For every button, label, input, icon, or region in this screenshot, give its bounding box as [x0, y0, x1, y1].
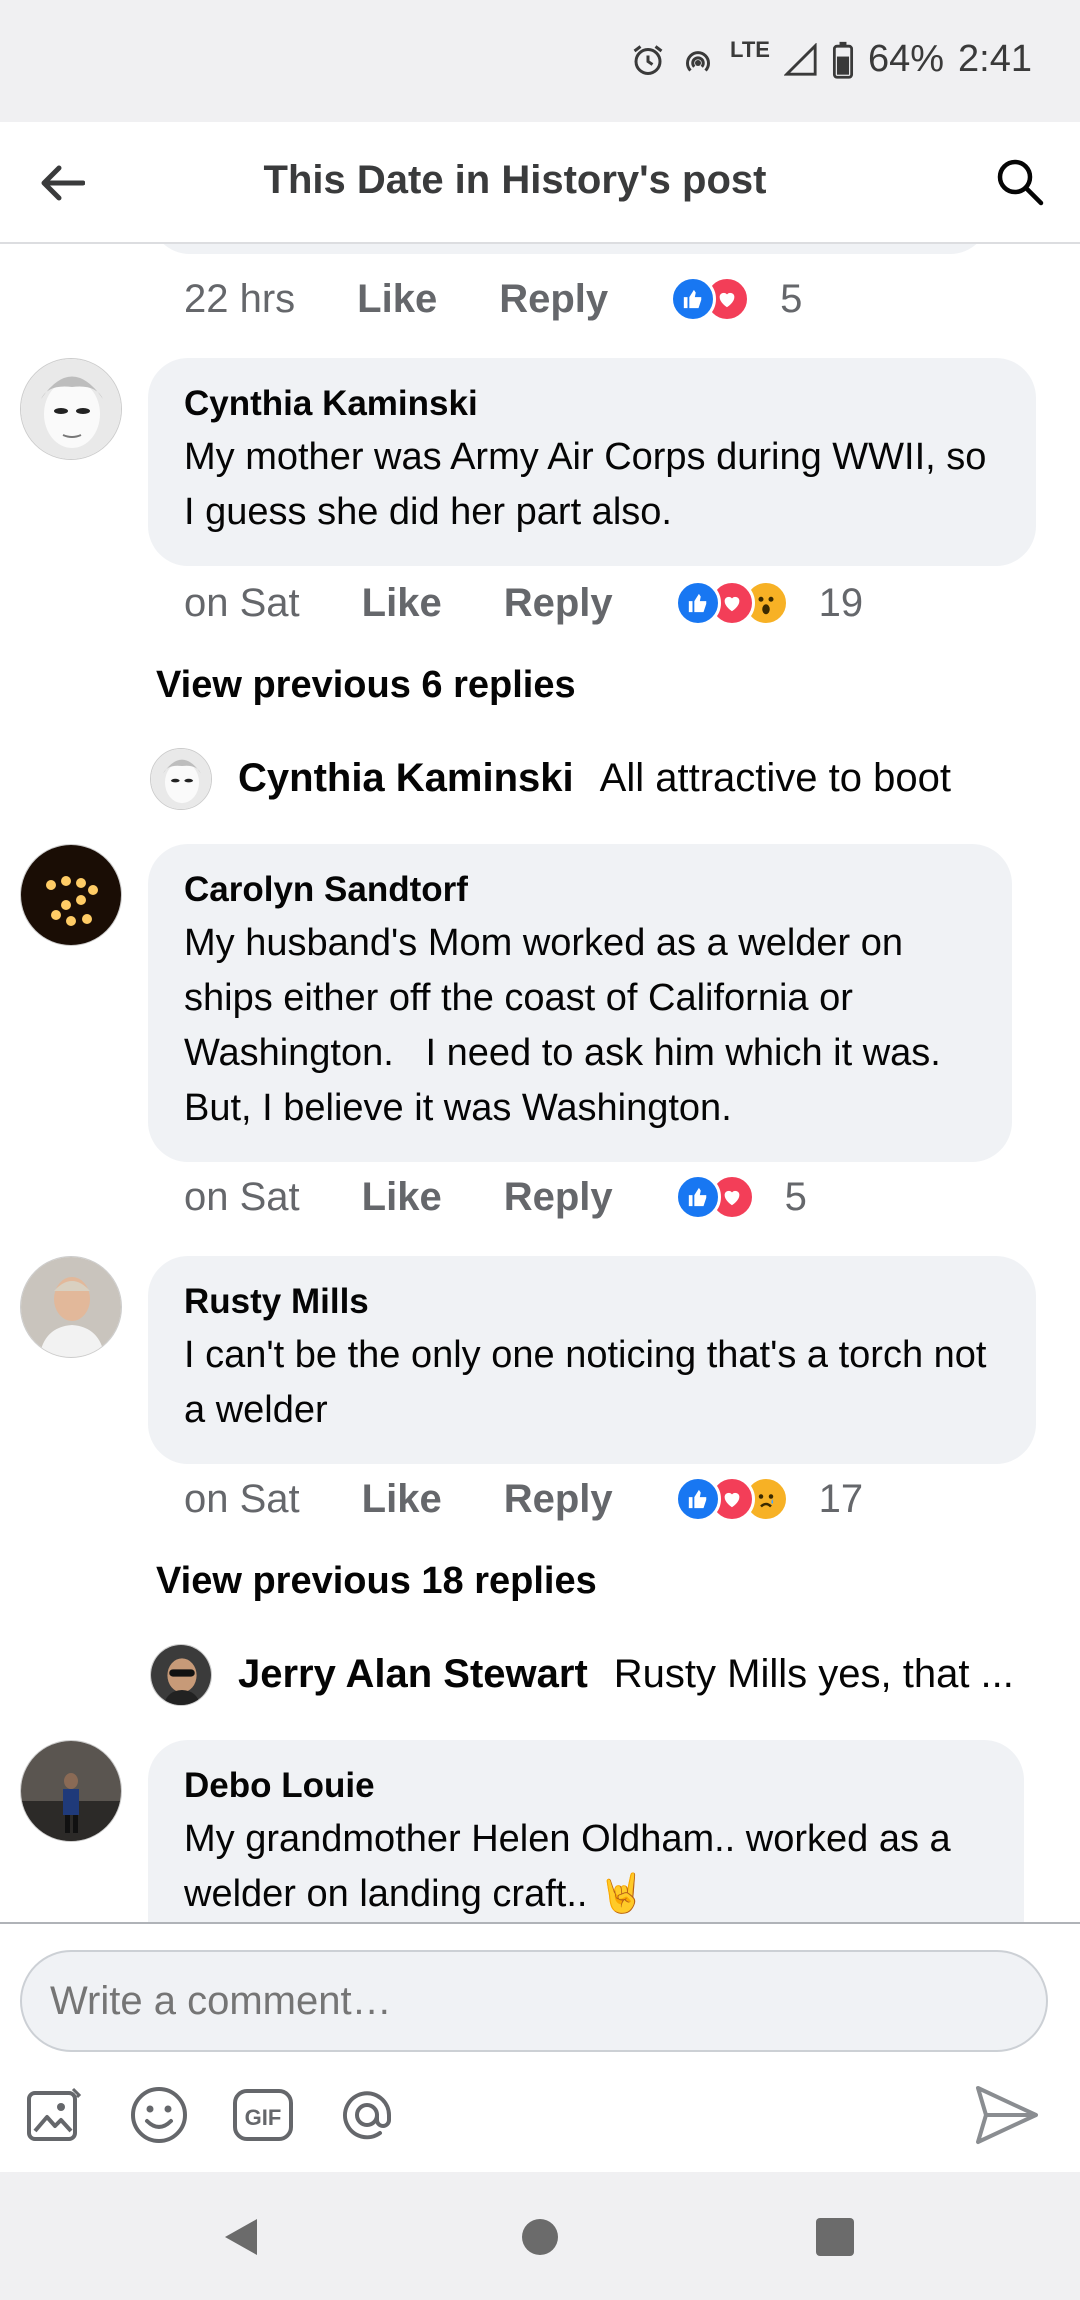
commenter-name[interactable]: Cynthia Kaminski — [184, 384, 1000, 424]
photo-icon — [27, 2087, 82, 2141]
reply-author[interactable]: Jerry Alan Stewart — [238, 1652, 588, 1696]
signal-icon — [783, 42, 818, 77]
post-header: This Date in History's post — [0, 122, 1080, 244]
search-button[interactable] — [990, 152, 1050, 212]
search-icon — [997, 159, 1044, 206]
like-button[interactable]: Like — [362, 1477, 442, 1522]
send-icon — [976, 2086, 1038, 2144]
lte-label: LTE — [730, 36, 770, 62]
avatar[interactable] — [20, 844, 122, 946]
avatar[interactable] — [20, 1740, 122, 1842]
page-title: This Date in History's post — [263, 158, 767, 202]
commenter-name[interactable]: Debo Louie — [184, 1766, 988, 1806]
like-reaction-icon — [674, 1476, 721, 1522]
comment-composer: GIF — [0, 1922, 1080, 2172]
photo-button[interactable] — [24, 2084, 86, 2146]
recents-square-icon — [816, 2218, 854, 2256]
system-nav-bar — [0, 2172, 1080, 2300]
like-reaction-icon — [674, 580, 721, 626]
comment-input[interactable] — [20, 1950, 1048, 2052]
comment-time[interactable]: on Sat — [184, 581, 300, 626]
svg-text:GIF: GIF — [245, 2105, 282, 2130]
composer-tools: GIF — [24, 2084, 398, 2146]
latest-reply[interactable]: Cynthia Kaminski All attractive to boot — [238, 756, 951, 801]
comment-actions: 22 hrs Like Reply 5 — [184, 274, 802, 324]
like-button[interactable]: Like — [362, 581, 442, 626]
battery-percent: 64% — [867, 38, 945, 80]
reactions[interactable] — [674, 1174, 755, 1220]
latest-reply[interactable]: Jerry Alan Stewart Rusty Mills yes, that … — [238, 1652, 1014, 1697]
reactions[interactable] — [674, 580, 789, 626]
comment-bubble[interactable]: Rusty Mills I can't be the only one noti… — [148, 1256, 1036, 1464]
comment-text: I can't be the only one noticing that's … — [184, 1334, 987, 1431]
comment-time[interactable]: on Sat — [184, 1477, 300, 1522]
comment-text: My mother was Army Air Corps during WWII… — [184, 436, 987, 533]
view-previous-replies[interactable]: View previous 6 replies — [156, 664, 576, 707]
like-button[interactable]: Like — [362, 1175, 442, 1220]
nav-back-button[interactable] — [216, 2212, 266, 2262]
reply-text: All attractive to boot — [599, 756, 951, 800]
reaction-count[interactable]: 5 — [785, 1175, 807, 1220]
like-button[interactable]: Like — [357, 277, 437, 322]
gif-icon: GIF — [233, 2089, 293, 2141]
previous-comment-bubble — [150, 244, 990, 254]
reaction-count[interactable]: 19 — [819, 581, 864, 626]
reply-author[interactable]: Cynthia Kaminski — [238, 756, 574, 800]
comment-actions: on Sat Like Reply 5 — [184, 1172, 807, 1222]
emoji-button[interactable] — [128, 2084, 190, 2146]
commenter-name[interactable]: Carolyn Sandtorf — [184, 870, 976, 910]
nav-recents-button[interactable] — [810, 2212, 860, 2262]
reply-text: Rusty Mills yes, that ... — [613, 1652, 1014, 1696]
commenter-name[interactable]: Rusty Mills — [184, 1282, 1000, 1322]
reaction-count[interactable]: 5 — [780, 277, 802, 322]
reactions[interactable] — [674, 1476, 789, 1522]
home-circle-icon — [522, 2219, 558, 2255]
like-reaction-icon — [670, 276, 717, 322]
comment-text: My grandmother Helen Oldham.. worked as … — [184, 1818, 951, 1915]
battery-icon — [832, 41, 854, 79]
avatar[interactable] — [150, 1644, 212, 1706]
mention-button[interactable] — [336, 2084, 398, 2146]
comment-bubble[interactable]: Debo Louie My grandmother Helen Oldham..… — [148, 1740, 1024, 1924]
comment-text: My husband's Mom worked as a welder on s… — [184, 922, 973, 1129]
mention-icon — [343, 2091, 391, 2140]
alarm-icon — [630, 42, 666, 78]
send-button[interactable] — [974, 2084, 1040, 2146]
comments-list[interactable]: 22 hrs Like Reply 5 Cynthia Kaminski My … — [0, 244, 1080, 1924]
reactions[interactable] — [670, 276, 751, 322]
reply-button[interactable]: Reply — [504, 581, 613, 626]
avatar[interactable] — [150, 748, 212, 810]
comment-time[interactable]: 22 hrs — [184, 277, 295, 322]
status-bar: LTE 64% 2:41 — [0, 0, 1080, 122]
avatar[interactable] — [20, 1256, 122, 1358]
reply-button[interactable]: Reply — [499, 277, 608, 322]
comment-time[interactable]: on Sat — [184, 1175, 300, 1220]
hotspot-icon — [680, 42, 716, 78]
comment-bubble[interactable]: Cynthia Kaminski My mother was Army Air … — [148, 358, 1036, 566]
nav-home-button[interactable] — [515, 2212, 565, 2262]
comment-actions: on Sat Like Reply 17 — [184, 1474, 863, 1524]
back-triangle-icon — [225, 2219, 257, 2255]
reply-button[interactable]: Reply — [504, 1175, 613, 1220]
like-reaction-icon — [674, 1174, 721, 1220]
clock: 2:41 — [958, 38, 1032, 80]
comment-actions: on Sat Like Reply 19 — [184, 578, 863, 628]
emoji-icon — [131, 2087, 187, 2143]
reply-button[interactable]: Reply — [504, 1477, 613, 1522]
gif-button[interactable]: GIF — [232, 2084, 294, 2146]
avatar[interactable] — [20, 358, 122, 460]
comment-bubble[interactable]: Carolyn Sandtorf My husband's Mom worked… — [148, 844, 1012, 1162]
view-previous-replies[interactable]: View previous 18 replies — [156, 1560, 597, 1603]
status-icons: LTE 64% 2:41 — [630, 36, 1032, 81]
reaction-count[interactable]: 17 — [819, 1477, 864, 1522]
